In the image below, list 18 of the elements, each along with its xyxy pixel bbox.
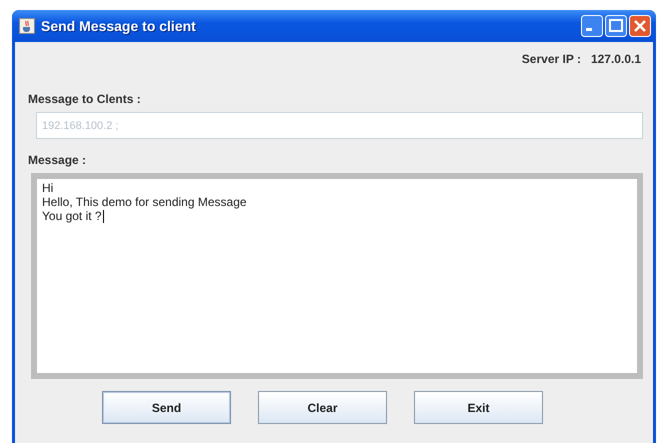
- message-line: You got it ?: [42, 209, 104, 223]
- server-ip-label: Server IP :: [522, 52, 581, 66]
- minimize-button[interactable]: [581, 15, 603, 37]
- dialog-button[interactable]: Send: [102, 391, 231, 424]
- server-ip-value: 127.0.0.1: [590, 52, 641, 66]
- message-area[interactable]: Hi Hello, This demo for sending Message You got it ?: [31, 173, 643, 379]
- dialog-button[interactable]: Clear: [258, 391, 387, 424]
- clients-field[interactable]: 192.168.100.2 ;: [36, 112, 643, 139]
- text-cursor: [102, 210, 104, 222]
- message-line: Hi: [42, 181, 54, 195]
- message-line: Hello, This demo for sending Message: [42, 195, 247, 209]
- cup-icon: [19, 18, 35, 34]
- maximize-button[interactable]: [605, 15, 627, 37]
- clients-label: Message to Clents :: [28, 92, 141, 106]
- dialog-button[interactable]: Exit: [414, 391, 543, 424]
- message-label: Message :: [28, 153, 86, 167]
- window-title: Send Message to client: [41, 18, 197, 34]
- close-button[interactable]: [629, 15, 651, 37]
